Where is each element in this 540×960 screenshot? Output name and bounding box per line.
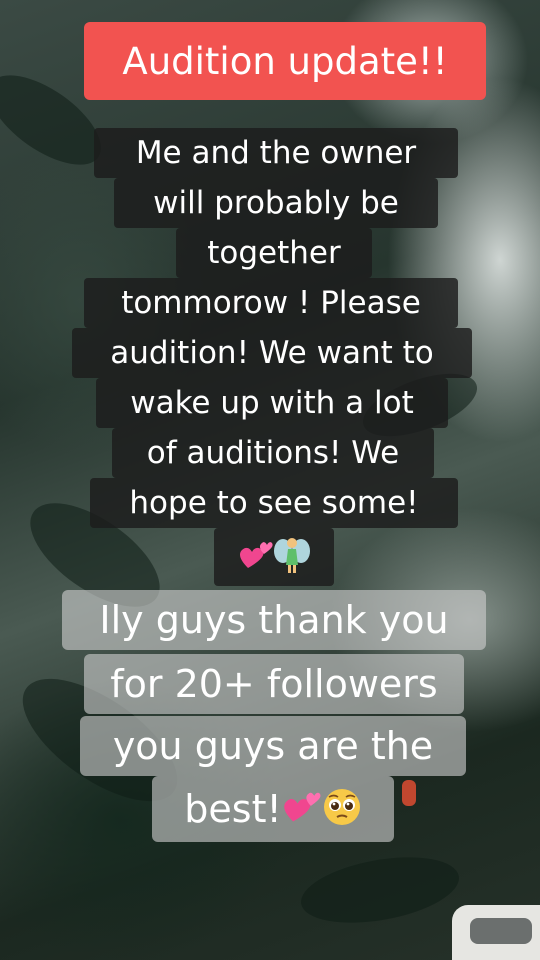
two-hearts-icon [282,788,322,830]
thanks-line-1: Ily guys thank you [99,598,449,642]
message-caption-line: tommorow ! Please [84,278,458,328]
message-caption-line: together [176,228,372,278]
message-line-2: will probably be [153,185,399,221]
message-line-8: hope to see some! [129,485,419,521]
message-caption-line: will probably be [114,178,438,228]
red-object [402,780,416,806]
title-text: Audition update!! [122,39,448,83]
thanks-caption-line: Ily guys thank you [62,590,486,650]
pleading-face-icon [322,787,362,831]
foliage-shadow [296,846,464,934]
message-line-1: Me and the owner [135,135,417,171]
message-caption-line: hope to see some! [90,478,458,528]
two-hearts-icon [238,538,274,576]
message-caption-line: of auditions! We [112,428,434,478]
message-line-7: of auditions! We [146,435,400,471]
thanks-caption-line: best! [152,776,394,842]
fairy-icon [274,535,310,579]
thanks-caption-line: for 20+ followers [84,654,464,714]
message-line-6: wake up with a lot [130,385,414,421]
thanks-line-3: you guys are the [112,724,434,768]
message-caption-line: wake up with a lot [96,378,448,428]
car-window [470,918,532,944]
message-line-4: tommorow ! Please [121,285,421,321]
thanks-line-2: for 20+ followers [110,662,438,706]
thanks-caption-line: you guys are the [80,716,466,776]
title-caption: Audition update!! [84,22,486,100]
thanks-line-4: best! [184,787,282,831]
message-line-3: together [207,235,341,271]
message-caption-line: audition! We want to [72,328,472,378]
message-line-5: audition! We want to [110,335,434,371]
message-caption-line: Me and the owner [94,128,458,178]
message-emoji-line [214,528,334,586]
